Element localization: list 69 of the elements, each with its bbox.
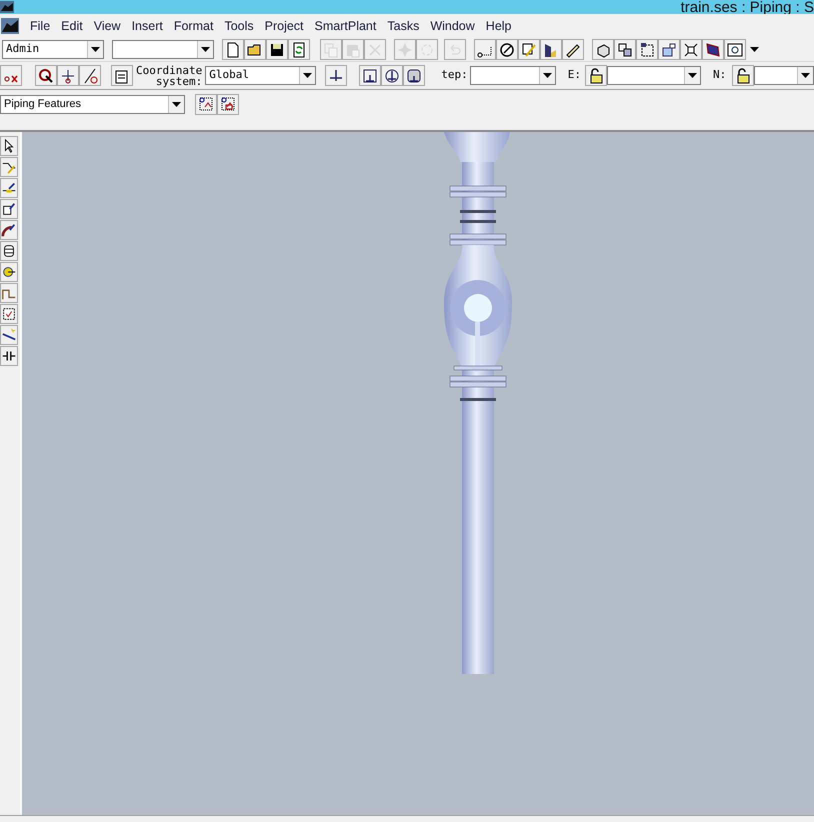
refresh-icon[interactable] [288,39,310,60]
app-logo-icon[interactable] [1,18,19,34]
valve-insert-icon[interactable] [0,199,18,219]
insert-component-icon[interactable] [0,178,18,198]
app-logo-icon [0,1,14,13]
anchor-icon[interactable] [381,65,404,86]
connect-icon[interactable] [0,262,18,282]
dropdown-arrow-icon[interactable] [201,47,210,52]
slope-icon[interactable] [0,325,18,345]
select-filter-icon[interactable] [195,94,217,114]
window-icon[interactable] [658,39,680,60]
step-label: tep: [441,67,468,84]
menu-item[interactable]: Format [174,16,214,36]
elbow-insert-icon[interactable] [0,220,18,240]
dropdown-field[interactable] [470,66,556,85]
menu-item[interactable]: Window [430,16,475,36]
dropdown-arrow-icon[interactable] [688,73,697,78]
select-filter-icon[interactable] [217,94,239,114]
dropdown-field[interactable]: Admin [2,40,104,59]
route-pencil-icon[interactable] [0,157,18,177]
bend-icon[interactable] [0,283,18,303]
menu-item[interactable]: Tools [224,16,254,36]
slash-point-icon[interactable] [79,65,101,86]
axes-icon[interactable] [325,65,348,86]
boxes-icon[interactable] [614,39,636,60]
pointer-icon[interactable] [0,136,18,156]
clipboard-icon[interactable] [111,65,133,86]
lock-icon[interactable] [732,65,754,86]
dropdown-field[interactable] [606,66,701,85]
coordinate-system-label: Coordinate system: [136,64,202,86]
menu-item[interactable]: File [30,16,50,36]
north-label: N: [712,67,726,84]
spool-icon[interactable] [0,241,18,261]
dropdown-field[interactable]: Global [205,66,316,85]
bottom-anchor-icon[interactable] [403,65,426,86]
page-icon[interactable] [222,39,244,60]
ruler-icon[interactable] [562,39,584,60]
dropdown-arrow-icon[interactable] [542,73,552,78]
menu-item[interactable]: Project [264,16,304,36]
folder-icon[interactable] [244,39,266,60]
dropdown-field[interactable]: Piping Features [0,94,185,114]
save-icon[interactable] [266,39,288,60]
dropdown-arrow-icon[interactable] [172,102,181,106]
east-label: E: [568,67,581,84]
coordinates-icon[interactable] [474,39,496,60]
fit-icon[interactable] [680,39,702,60]
dropdown-arrow-icon[interactable] [801,73,810,78]
check-pencil-icon[interactable] [518,39,540,60]
dropdown-arrow-icon[interactable] [750,47,758,52]
dropdown-field[interactable] [754,66,814,85]
dropdown-arrow-icon[interactable] [91,47,100,52]
view-icon[interactable] [724,39,746,60]
lock-icon[interactable] [584,65,607,86]
box-anchor-icon[interactable] [359,65,382,86]
cube-icon[interactable] [592,39,614,60]
dropdown-field[interactable] [112,40,214,59]
menu-item[interactable]: SmartPlant [314,16,376,36]
menu-item[interactable]: Help [486,16,512,36]
target-cursor-icon[interactable] [35,65,57,86]
menu-item[interactable]: Edit [61,16,83,36]
plane-icon[interactable] [702,39,724,60]
inspect-icon[interactable] [0,304,18,324]
menu-item[interactable]: Tasks [387,16,420,36]
dropdown-arrow-icon[interactable] [303,73,312,78]
frame-icon[interactable] [636,39,658,60]
delete-point-icon[interactable] [0,65,22,86]
gap-icon[interactable] [0,346,18,366]
menu-item[interactable]: Insert [132,16,163,36]
menu-item[interactable]: View [94,16,121,36]
